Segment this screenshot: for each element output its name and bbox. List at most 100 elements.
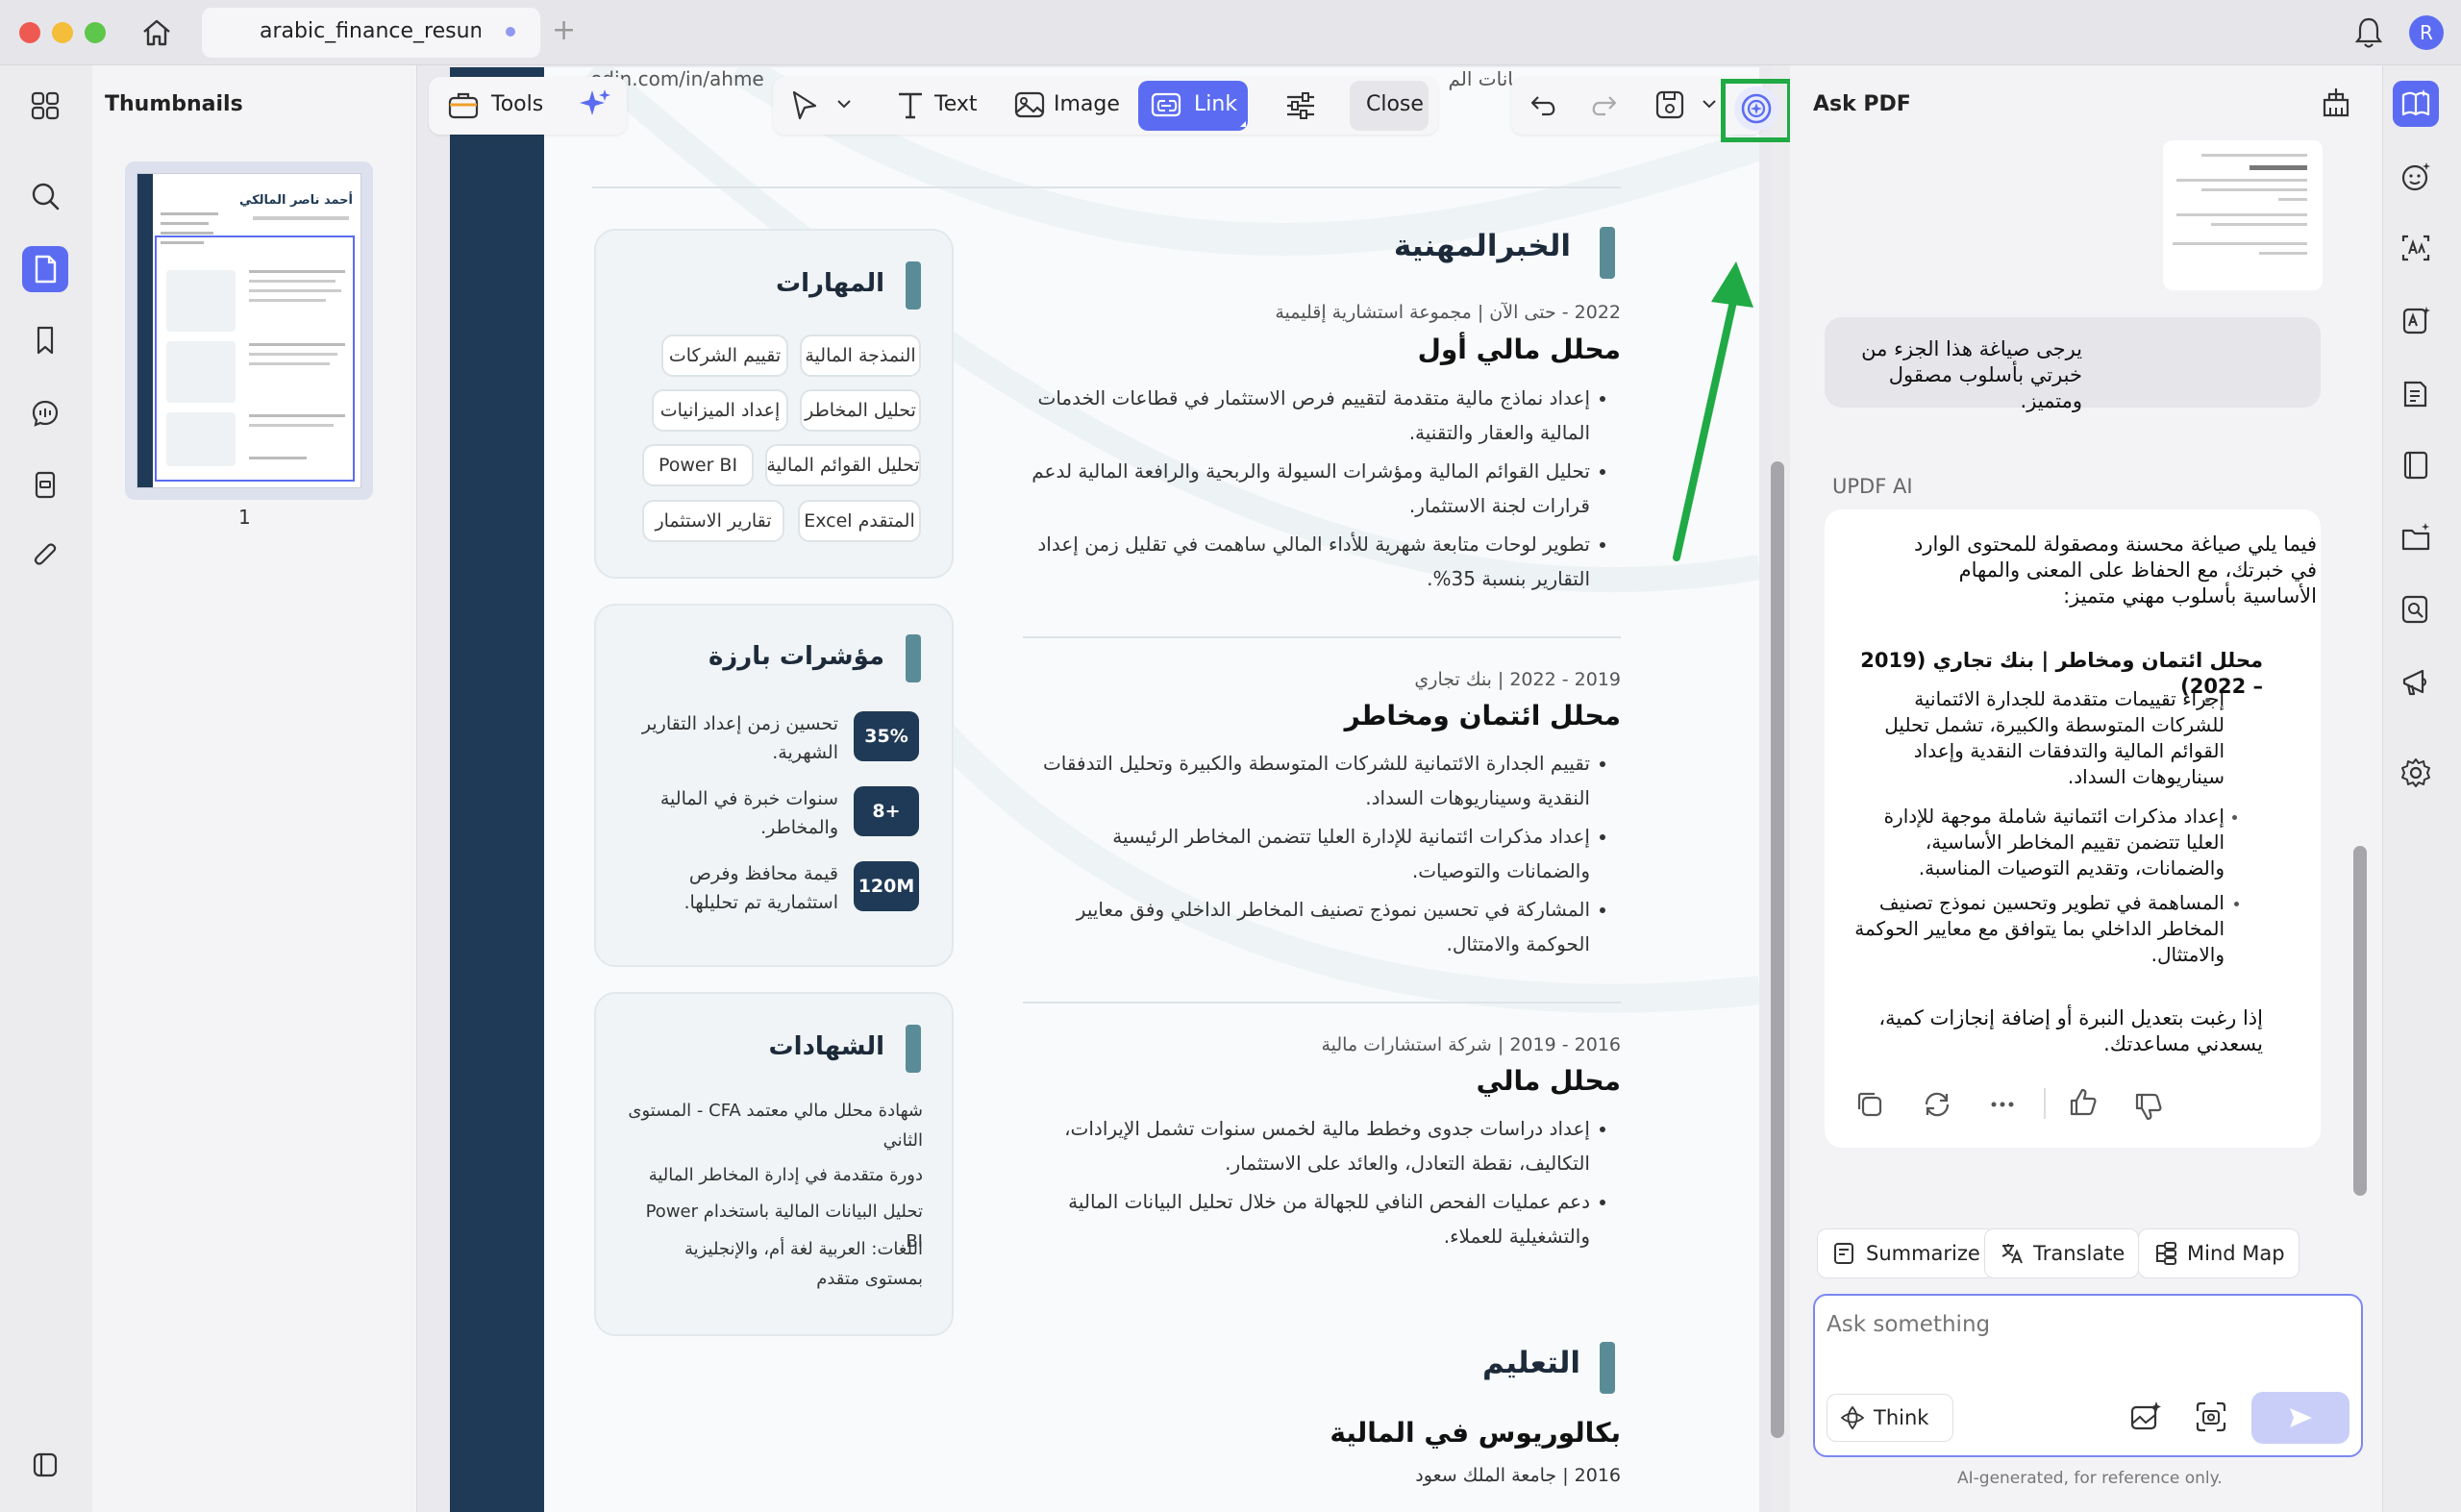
- properties-sliders-icon[interactable]: [1283, 88, 1318, 123]
- document-scrollbar[interactable]: [1771, 461, 1784, 1438]
- minimize-window-button[interactable]: [52, 22, 73, 43]
- folder-ai-icon[interactable]: [2393, 515, 2439, 561]
- job-bullet: دعم عمليات الفحص النافي للجهالة من خلال …: [1068, 1190, 1590, 1248]
- summarize-icon: [1834, 1243, 1853, 1264]
- job-title: محلل مالي أول: [1417, 334, 1621, 365]
- job-divider: [1023, 1002, 1621, 1004]
- search-document-icon[interactable]: [2393, 586, 2439, 632]
- bell-icon[interactable]: [2353, 15, 2384, 50]
- attachment-icon[interactable]: [22, 533, 68, 579]
- link-icon: [1150, 90, 1184, 121]
- tools-button[interactable]: Tools: [491, 92, 543, 116]
- stat-label: تحسين زمن إعداد التقارير الشهرية.: [641, 713, 838, 763]
- more-options-icon[interactable]: [1986, 1088, 2019, 1121]
- thumbnail-page-number: 1: [238, 506, 251, 529]
- degree-title: بكالوريوس في المالية: [1330, 1417, 1621, 1449]
- presentation-icon[interactable]: [2393, 659, 2439, 706]
- skill-chip: تحليل القوائم المالية: [765, 444, 921, 486]
- translate-icon: [2001, 1244, 2023, 1264]
- book-icon[interactable]: [2393, 442, 2439, 488]
- cursor-icon[interactable]: [788, 88, 821, 123]
- screenshot-icon[interactable]: [2194, 1400, 2228, 1434]
- bullet-dot: [1600, 469, 1605, 475]
- skill-chip: تقارير الاستثمار: [642, 500, 784, 542]
- bullet-dot: [2232, 815, 2237, 820]
- skill-chip: Power BI: [642, 444, 754, 486]
- mind-map-button[interactable]: Mind Map: [2138, 1228, 2299, 1278]
- certificate-item: شهادة محلل مالي معتمد CFA - المستوى الثا…: [628, 1101, 923, 1151]
- form-ai-icon[interactable]: [2393, 371, 2439, 417]
- ai-assistant-icon: [1741, 93, 1772, 124]
- ai-sparkle-icon[interactable]: [577, 87, 613, 123]
- bullet-dot: [1600, 907, 1605, 913]
- stat-label: سنوات خبرة في المالية والمخاطر.: [659, 788, 838, 838]
- tab-title: arabic_finance_resume: [260, 19, 481, 43]
- highlights-heading: مؤشرات بارزة: [708, 642, 884, 671]
- thumbnails-title: Thumbnails: [105, 92, 243, 116]
- thumbs-up-icon[interactable]: [2067, 1086, 2100, 1119]
- ask-pdf-tab-icon[interactable]: [2393, 81, 2439, 127]
- settings-gear-icon[interactable]: [2393, 750, 2439, 796]
- page-thumbnail: أحمد ناصر المالكي: [137, 173, 361, 488]
- search-icon[interactable]: [22, 173, 68, 219]
- text-tool-icon[interactable]: [894, 88, 927, 121]
- ask-input[interactable]: [1827, 1305, 2346, 1344]
- certificate-item: دورة متقدمة في إدارة المخاطر المالية: [648, 1165, 923, 1185]
- skills-heading: المهارات: [775, 269, 884, 298]
- image-tool-button[interactable]: Image: [1054, 92, 1120, 116]
- ai-text-icon[interactable]: [2393, 298, 2439, 344]
- skill-chip: تحليل المخاطر: [800, 389, 921, 432]
- ask-pdf-ai-button[interactable]: [1734, 87, 1778, 131]
- certificates-heading: الشهادات: [768, 1032, 884, 1061]
- stat-value: 35%: [854, 711, 919, 761]
- school-line: 2016 | جامعة الملك سعود: [1415, 1465, 1621, 1486]
- send-button[interactable]: [2251, 1392, 2349, 1444]
- clear-chat-icon[interactable]: [2317, 83, 2355, 121]
- job-meta: 2019 - 2022 | بنك تجاري: [1414, 669, 1621, 690]
- comment-icon[interactable]: [22, 390, 68, 436]
- ai-bullet: إعداد مذكرات ائتمانية شاملة موجهة للإدار…: [1883, 805, 2225, 880]
- ai-outro: إذا رغبت بتعديل النبرة أو إضافة إنجازات …: [1878, 1006, 2263, 1055]
- ocr-icon[interactable]: [2393, 225, 2439, 271]
- avatar[interactable]: R: [2409, 15, 2444, 50]
- zoom-window-button[interactable]: [85, 22, 106, 43]
- think-toggle[interactable]: Think: [1827, 1394, 1953, 1442]
- skill-chip: النمذجة المالية: [800, 335, 921, 377]
- chat-scrollbar[interactable]: [2353, 846, 2367, 1196]
- copy-icon[interactable]: [1853, 1088, 1886, 1121]
- bullet-dot: [2234, 902, 2239, 906]
- translate-button[interactable]: Translate: [1984, 1228, 2140, 1278]
- text-tool-button[interactable]: Text: [934, 92, 978, 116]
- redo-icon[interactable]: [1586, 90, 1619, 121]
- pages-organize-icon[interactable]: [22, 461, 68, 508]
- image-attach-icon[interactable]: [2128, 1400, 2163, 1434]
- undo-icon[interactable]: [1529, 90, 1561, 121]
- bullet-dot: [1600, 1200, 1605, 1205]
- unsaved-dot-icon: [506, 27, 515, 37]
- regenerate-icon[interactable]: [1921, 1088, 1953, 1121]
- section-accent-bar: [1600, 1342, 1615, 1394]
- ai-bullet: المساهمة في تطوير وتحسين نموذج تصنيف الم…: [1854, 891, 2225, 966]
- skill-chip: Excel المتقدم: [798, 500, 921, 542]
- job-title: محلل ائتمان ومخاطر: [1344, 700, 1621, 731]
- stat-label: قيمة محافظ وفرص استثمارية تم تحليلها.: [684, 863, 838, 913]
- close-window-button[interactable]: [19, 22, 40, 43]
- image-tool-icon[interactable]: [1013, 88, 1046, 121]
- new-tab-button[interactable]: +: [552, 13, 576, 47]
- section-accent-bar: [1600, 227, 1615, 279]
- ai-disclaimer: AI-generated, for reference only.: [1957, 1469, 2223, 1488]
- job-meta: 2022 - حتى الآن | مجموعة استشارية إقليمي…: [1275, 302, 1621, 323]
- save-options-chevron-icon[interactable]: [1702, 98, 1717, 110]
- thumbs-down-icon[interactable]: [2132, 1090, 2165, 1123]
- save-icon[interactable]: [1653, 88, 1686, 121]
- job-bullet: إعداد مذكرات ائتمانية للإدارة العليا تتض…: [1112, 825, 1590, 882]
- chevron-down-icon[interactable]: [836, 98, 852, 110]
- thumbnails-page-icon[interactable]: [22, 246, 68, 292]
- ai-chat-icon[interactable]: [2393, 154, 2439, 200]
- home-icon[interactable]: [140, 17, 173, 48]
- summarize-button[interactable]: Summarize: [1817, 1228, 1995, 1278]
- grid-icon[interactable]: [22, 83, 68, 129]
- sidebar-toggle-icon[interactable]: [22, 1442, 68, 1488]
- toolbox-icon[interactable]: [447, 88, 480, 121]
- bookmark-icon[interactable]: [22, 317, 68, 363]
